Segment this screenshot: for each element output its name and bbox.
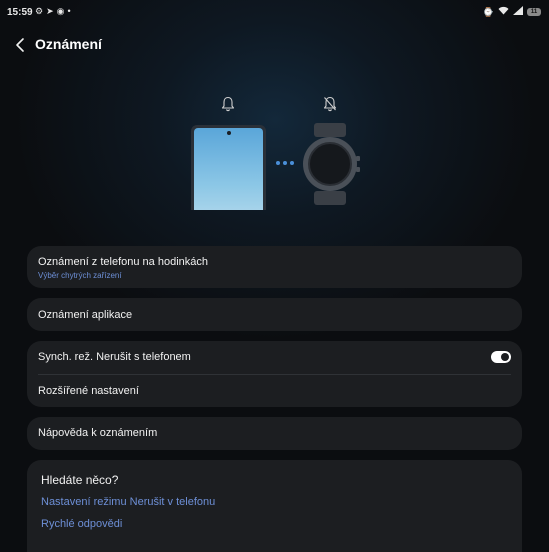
sync-dnd-title: Synch. rež. Nerušit s telefonem <box>38 351 191 363</box>
page-title: Oznámení <box>35 36 102 52</box>
sync-dnd-toggle[interactable] <box>491 351 511 363</box>
help-title: Nápověda k oznámením <box>38 427 158 439</box>
quick-replies-link[interactable]: Rychlé odpovědi <box>41 518 122 530</box>
bell-icon <box>221 96 235 112</box>
advanced-settings-row[interactable]: Rozšířené nastavení <box>27 375 522 407</box>
status-left-icons: ⚙ ➤ ◉ • <box>35 6 71 17</box>
status-bar: 15:59 ⚙ ➤ ◉ • ⌚ 11 <box>0 0 549 24</box>
phone-notifications-subtitle: Výběr chytrých zařízení <box>38 271 122 280</box>
status-right-icons: ⌚ 11 <box>483 6 541 18</box>
notifications-screen: 15:59 ⚙ ➤ ◉ • ⌚ 11 Oznámení Oznámení z t… <box>0 0 549 552</box>
dot-icon <box>283 161 287 165</box>
dot-icon <box>290 161 294 165</box>
battery-indicator: 11 <box>527 8 541 16</box>
search-suggestions-card: Hledáte něco? Nastavení režimu Nerušit v… <box>27 460 522 552</box>
sync-dnd-row[interactable]: Synch. rež. Nerušit s telefonem <box>27 341 522 374</box>
phone-watch-illustration <box>180 90 370 210</box>
chevron-left-icon <box>16 38 24 52</box>
help-card[interactable]: Nápověda k oznámením <box>27 417 522 450</box>
back-button[interactable] <box>12 36 30 54</box>
phone-screen <box>194 128 263 210</box>
header: Oznámení <box>0 30 549 60</box>
phone-camera <box>226 131 231 135</box>
status-time: 15:59 <box>7 7 33 18</box>
app-notifications-card[interactable]: Oznámení aplikace <box>27 298 522 331</box>
dot-icon <box>276 161 280 165</box>
phone-notifications-card[interactable]: Oznámení z telefonu na hodinkách Výběr c… <box>27 246 522 288</box>
wearable-icon: ⌚ <box>482 6 494 17</box>
advanced-settings-title: Rozšířené nastavení <box>38 385 139 397</box>
messenger-icon: ◉ <box>56 6 65 16</box>
watch-illustration <box>303 123 360 205</box>
dnd-phone-settings-link[interactable]: Nastavení režimu Nerušit v telefonu <box>41 496 215 508</box>
signal-icon <box>513 6 523 18</box>
wifi-icon <box>498 6 509 18</box>
connection-dots <box>276 161 294 165</box>
search-suggestions-title: Hledáte něco? <box>41 473 119 487</box>
dnd-advanced-card: Synch. rež. Nerušit s telefonem Rozšířen… <box>27 341 522 407</box>
telegram-icon: ➤ <box>46 6 54 16</box>
phone-illustration <box>191 125 266 210</box>
phone-notifications-title: Oznámení z telefonu na hodinkách <box>38 256 209 268</box>
dot-icon: • <box>67 6 71 16</box>
app-notifications-title: Oznámení aplikace <box>38 309 133 321</box>
toggle-knob <box>501 353 509 361</box>
settings-cog-icon: ⚙ <box>35 6 44 16</box>
bell-off-icon <box>323 96 337 112</box>
